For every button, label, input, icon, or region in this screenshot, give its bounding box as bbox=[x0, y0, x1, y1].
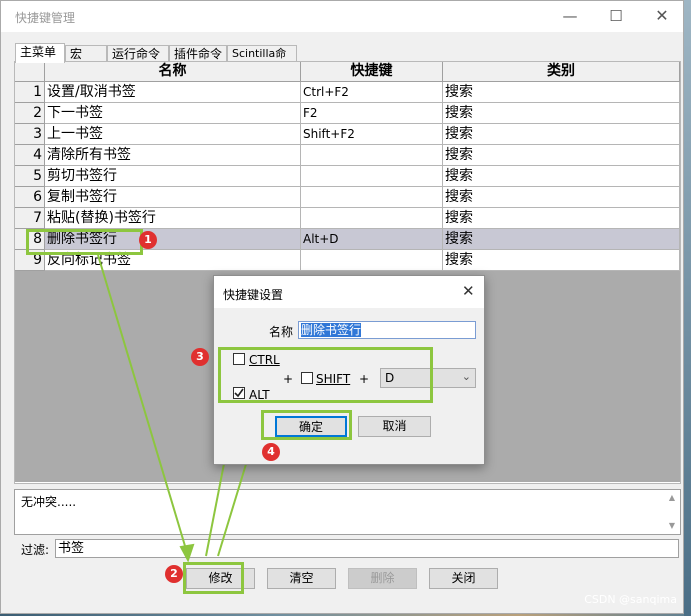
conflict-status-text: 无冲突..... bbox=[21, 495, 77, 509]
tab-macro[interactable]: 宏 bbox=[65, 45, 107, 62]
table-row[interactable]: 5 剪切书签行 搜索 bbox=[15, 166, 680, 187]
table-row[interactable]: 6 复制书签行 搜索 bbox=[15, 187, 680, 208]
name-label: 名称 bbox=[269, 325, 294, 339]
cell-cat[interactable]: 搜索 bbox=[443, 103, 680, 124]
step-marker: 4 bbox=[262, 443, 280, 461]
cancel-button[interactable]: 取消 bbox=[358, 416, 431, 437]
cell-cat[interactable]: 搜索 bbox=[443, 166, 680, 187]
highlight-ok-button bbox=[261, 410, 352, 440]
cell-name[interactable]: 下一书签 bbox=[45, 103, 301, 124]
row-number: 1 bbox=[15, 82, 45, 103]
cell-key[interactable]: Shift+F2 bbox=[301, 124, 443, 145]
title-bar: 快捷键管理 — ☐ ✕ bbox=[1, 1, 683, 32]
row-number: 6 bbox=[15, 187, 45, 208]
cell-cat[interactable]: 搜索 bbox=[443, 82, 680, 103]
tab-run-commands[interactable]: 运行命令 bbox=[107, 45, 169, 62]
cell-key[interactable]: Ctrl+F2 bbox=[301, 82, 443, 103]
name-field-value: 删除书签行 bbox=[301, 323, 362, 337]
name-field[interactable]: 删除书签行 bbox=[298, 321, 476, 339]
tab-label: 主菜单 bbox=[20, 45, 57, 59]
close-button[interactable]: 关闭 bbox=[429, 568, 498, 589]
row-number: 5 bbox=[15, 166, 45, 187]
close-window-button[interactable]: ✕ bbox=[639, 1, 685, 32]
row-number: 3 bbox=[15, 124, 45, 145]
highlight-modifier-keys bbox=[218, 347, 433, 403]
cell-key[interactable] bbox=[301, 145, 443, 166]
highlight-modify-button bbox=[183, 562, 244, 594]
tab-scintilla-commands[interactable]: Scintilla命令 bbox=[227, 45, 297, 76]
delete-button: 删除 bbox=[348, 568, 417, 589]
cell-key[interactable] bbox=[301, 250, 443, 271]
row-number: 7 bbox=[15, 208, 45, 229]
cell-cat[interactable]: 搜索 bbox=[443, 229, 680, 250]
filter-label: 过滤: bbox=[21, 543, 50, 557]
tab-label: 运行命令 bbox=[112, 47, 161, 61]
clear-button[interactable]: 清空 bbox=[267, 568, 336, 589]
tab-main-menu[interactable]: 主菜单 bbox=[15, 43, 65, 63]
scroll-down-icon[interactable]: ▼ bbox=[664, 521, 680, 530]
dialog-title-bar: 快捷键设置 ✕ bbox=[214, 276, 484, 308]
step-marker: 2 bbox=[165, 565, 183, 583]
cell-key[interactable]: F2 bbox=[301, 103, 443, 124]
table-row[interactable]: 7 粘贴(替换)书签行 搜索 bbox=[15, 208, 680, 229]
step-marker: 3 bbox=[191, 348, 209, 366]
table-row[interactable]: 1 设置/取消书签 Ctrl+F2 搜索 bbox=[15, 82, 680, 103]
dialog-title: 快捷键设置 bbox=[223, 288, 284, 302]
row-number-header bbox=[15, 62, 45, 82]
table-row[interactable]: 3 上一书签 Shift+F2 搜索 bbox=[15, 124, 680, 145]
maximize-button[interactable]: ☐ bbox=[593, 1, 639, 32]
row-number: 4 bbox=[15, 145, 45, 166]
tab-label: 插件命令 bbox=[174, 47, 223, 61]
cell-cat[interactable]: 搜索 bbox=[443, 145, 680, 166]
tab-label: 宏 bbox=[70, 47, 83, 61]
cell-name[interactable]: 剪切书签行 bbox=[45, 166, 301, 187]
column-header-shortcut[interactable]: 快捷键 bbox=[301, 62, 443, 82]
cell-key[interactable] bbox=[301, 208, 443, 229]
filter-input[interactable]: 书签 bbox=[55, 539, 679, 558]
conflict-status-box: 无冲突..... ▲ ▼ bbox=[14, 489, 681, 535]
chevron-down-icon[interactable]: ⌄ bbox=[462, 370, 471, 383]
scroll-up-icon[interactable]: ▲ bbox=[664, 493, 680, 502]
table-row[interactable]: 4 清除所有书签 搜索 bbox=[15, 145, 680, 166]
cell-key[interactable] bbox=[301, 187, 443, 208]
cell-cat[interactable]: 搜索 bbox=[443, 187, 680, 208]
desktop-background-edge bbox=[684, 0, 691, 616]
step-marker: 1 bbox=[139, 231, 157, 249]
cell-name[interactable]: 设置/取消书签 bbox=[45, 82, 301, 103]
highlight-row-8 bbox=[26, 229, 143, 255]
status-scrollbar[interactable]: ▲ ▼ bbox=[664, 490, 680, 534]
cell-cat[interactable]: 搜索 bbox=[443, 208, 680, 229]
window-title: 快捷键管理 bbox=[15, 11, 76, 25]
watermark-credit: CSDN @sanqima bbox=[584, 593, 677, 606]
column-header-name[interactable]: 名称 bbox=[45, 62, 301, 82]
cell-cat[interactable]: 搜索 bbox=[443, 124, 680, 145]
minimize-button[interactable]: — bbox=[547, 1, 593, 32]
cell-name[interactable]: 复制书签行 bbox=[45, 187, 301, 208]
tab-plugin-commands[interactable]: 插件命令 bbox=[169, 45, 227, 62]
cell-name[interactable]: 清除所有书签 bbox=[45, 145, 301, 166]
table-row[interactable]: 2 下一书签 F2 搜索 bbox=[15, 103, 680, 124]
cell-name[interactable]: 上一书签 bbox=[45, 124, 301, 145]
cell-cat[interactable]: 搜索 bbox=[443, 250, 680, 271]
cell-key[interactable]: Alt+D bbox=[301, 229, 443, 250]
column-header-category[interactable]: 类别 bbox=[443, 62, 680, 82]
row-number: 2 bbox=[15, 103, 45, 124]
cell-key[interactable] bbox=[301, 166, 443, 187]
dialog-close-icon[interactable]: ✕ bbox=[462, 282, 475, 300]
cell-name[interactable]: 粘贴(替换)书签行 bbox=[45, 208, 301, 229]
